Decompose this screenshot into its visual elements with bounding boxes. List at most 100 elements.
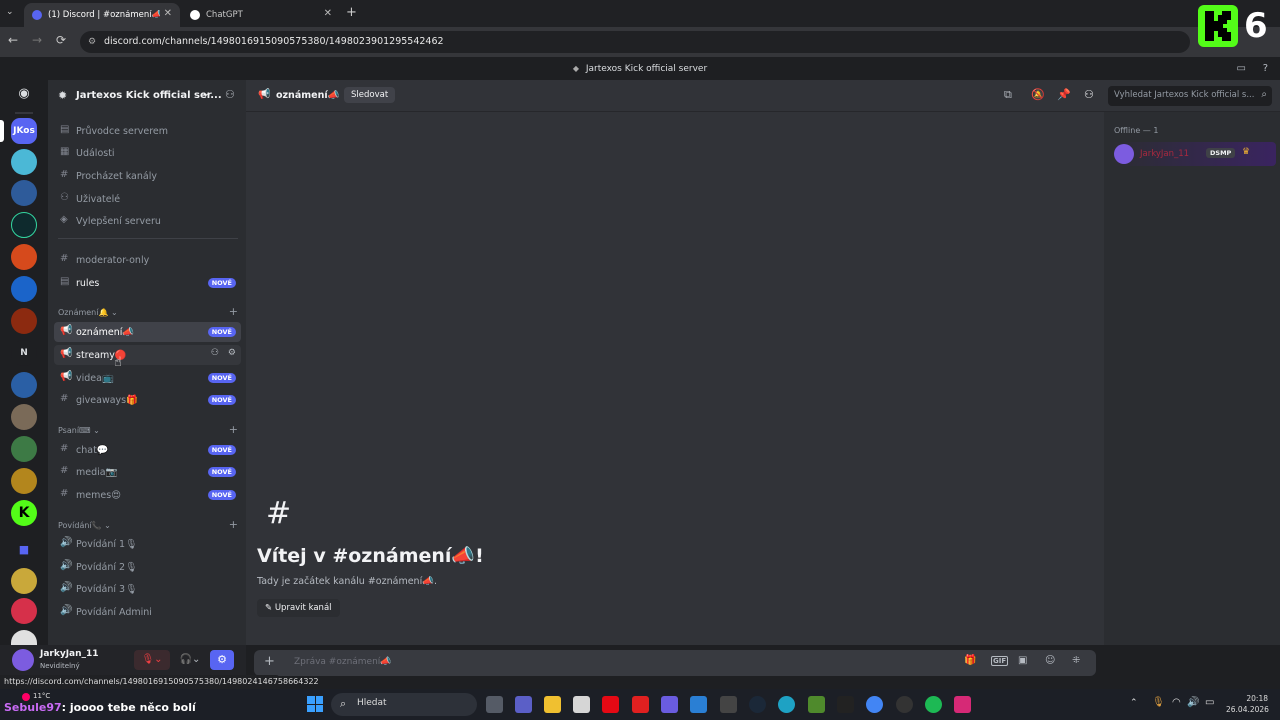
mute-mic-icon[interactable]: 🎙⌄ [134,650,170,670]
category-psani[interactable]: Psaní⌨ ⌄ [58,426,100,435]
clock-time[interactable]: 20:18 [1238,694,1268,703]
search-input[interactable]: Vyhledat Jartexos Kick official s... ⌕ [1108,86,1272,106]
url-field[interactable]: ⚙ discord.com/channels/14980169150905753… [80,31,1190,53]
server-icon-6[interactable] [11,276,37,302]
close-tab-icon[interactable]: ✕ [164,8,172,19]
headphones-icon[interactable]: 🎧⌄ [174,650,206,670]
username[interactable]: JarkyJan_11 [40,649,99,659]
channel-giveaways[interactable]: # giveaways🎁 NOVÉ [54,390,241,410]
emoji-icon[interactable]: ☺ [1045,655,1055,666]
tab-chatgpt[interactable]: ChatGPT ✕ [182,3,340,27]
server-icon-3[interactable] [11,180,37,206]
chrome-icon[interactable] [866,696,883,713]
member-list-icon[interactable]: ⚇ [1084,88,1094,101]
tab-list-icon[interactable]: ⌄ [6,7,14,17]
netflix-icon[interactable] [602,696,619,713]
channel-memes[interactable]: # memes😍 NOVÉ [54,485,241,505]
folder-icon[interactable]: ■ [11,536,37,562]
gift-icon[interactable]: 🎁 [964,655,976,666]
add-channel-icon[interactable]: + [229,518,238,531]
tab-discord[interactable]: (1) Discord | #oznámení📣 | Jar ✕ [24,3,180,27]
edit-channel-button[interactable]: ✎ Upravit kanál [257,599,340,617]
server-icon-7[interactable] [11,308,37,334]
gear-icon[interactable]: ⚙ [228,348,236,358]
battery-icon[interactable]: ▭ [1205,697,1214,708]
avatar[interactable] [12,649,34,671]
app-l-icon[interactable] [632,696,649,713]
voice-channel-2[interactable]: 🔊 Povídání 2🎙 [54,557,241,577]
voice-channel-3[interactable]: 🔊 Povídání 3🎙 [54,579,241,599]
channel-streamy[interactable]: 📢 streamy🔴 ⚇ ⚙ [54,345,241,365]
channel-videa[interactable]: 📢 videa📺 NOVÉ [54,368,241,388]
sidebar-item-boost[interactable]: ◈ Vylepšení serveru [54,211,241,231]
channel-moderator-only[interactable]: # moderator-only [54,250,241,270]
server-icon-15[interactable] [11,568,37,594]
member-row[interactable]: JarkyJan_11 DSMP ♛ [1110,142,1276,166]
weather-icon[interactable] [22,693,30,701]
volume-icon[interactable]: 🔊 [1187,697,1199,708]
server-icon-16[interactable] [11,598,37,624]
user-settings-gear-icon[interactable]: ⚙ [210,650,234,670]
reload-icon[interactable]: ⟳ [56,33,66,47]
start-windows-icon[interactable] [307,696,323,712]
category-povidani[interactable]: Povídání📞 ⌄ [58,521,111,530]
sticker-icon[interactable]: ▣ [1018,655,1027,666]
server-icon-11[interactable] [11,436,37,462]
server-n[interactable]: N [11,340,37,366]
discord-home-icon[interactable]: ◉ [11,80,37,106]
close-tab-icon[interactable]: ✕ [324,8,332,19]
server-header[interactable]: ✹ Jartexos Kick official ser... ⌄ ⚇ [48,80,246,112]
store-icon[interactable] [573,696,590,713]
add-channel-icon[interactable]: + [229,423,238,436]
site-info-icon[interactable]: ⚙ [88,31,96,53]
notification-bell-icon[interactable]: 🔕 [1031,88,1045,101]
minecraft-icon[interactable] [808,696,825,713]
server-icon-5[interactable] [11,244,37,270]
new-tab-icon[interactable]: + [346,5,357,20]
sidebar-item-members[interactable]: ⚇ Uživatelé [54,189,241,209]
inbox-icon[interactable]: ▭ [1237,57,1246,80]
back-icon[interactable]: ← [8,33,18,47]
forward-icon[interactable]: → [32,33,42,47]
instagram-icon[interactable] [954,696,971,713]
voice-channel-admini[interactable]: 🔊 Povídání Admini [54,602,241,622]
file-explorer-icon[interactable] [544,696,561,713]
pin-icon[interactable]: 📌 [1057,88,1071,101]
clock-date[interactable]: 26.04.2026 [1226,705,1269,714]
follow-button[interactable]: Sledovat [344,87,396,103]
message-composer[interactable]: + Zpráva #oznámení📣 🎁 GIF ▣ ☺ ⁜ [254,650,1096,676]
category-oznameni[interactable]: Oznámení🔔 ⌄ [58,308,118,317]
apps-icon[interactable]: ⁜ [1072,655,1080,666]
threads-icon[interactable]: ⧉ [1004,88,1012,102]
server-icon-10[interactable] [11,404,37,430]
server-icon-12[interactable] [11,468,37,494]
terminal-icon[interactable] [837,696,854,713]
channel-media[interactable]: # media📷 NOVÉ [54,462,241,482]
server-icon-2[interactable] [11,149,37,175]
server-icon-9[interactable] [11,372,37,398]
tray-chevron-icon[interactable]: ⌃ [1130,698,1138,708]
microphone-icon[interactable]: 🎙 [1152,697,1165,708]
spotify-icon[interactable] [925,696,942,713]
taskbar-search-input[interactable]: ⌕ Hledat [331,693,477,716]
channel-oznameni[interactable]: 📢 oznámení📣 NOVÉ [54,322,241,342]
add-attachment-icon[interactable]: + [264,654,275,669]
obs-icon[interactable] [896,696,913,713]
steam-icon[interactable] [749,696,766,713]
server-icon-17[interactable] [11,630,37,645]
app-blue-icon[interactable] [690,696,707,713]
teams-icon[interactable] [515,696,532,713]
pc-app-icon[interactable] [720,696,737,713]
invite-icon[interactable]: ⚇ [211,348,219,358]
task-view-icon[interactable] [486,696,503,713]
video-editor-icon[interactable] [661,696,678,713]
sidebar-item-browse[interactable]: # Procházet kanály [54,166,241,186]
invite-people-icon[interactable]: ⚇ [225,88,235,101]
server-kick[interactable]: K [11,500,37,526]
help-icon[interactable]: ? [1263,57,1268,80]
edge-icon[interactable] [778,696,795,713]
gif-icon[interactable]: GIF [991,656,1009,666]
wifi-icon[interactable]: ◠ [1172,697,1181,708]
server-jkos[interactable]: JKos [11,118,37,144]
channel-rules[interactable]: ▤ rules NOVÉ [54,273,241,293]
